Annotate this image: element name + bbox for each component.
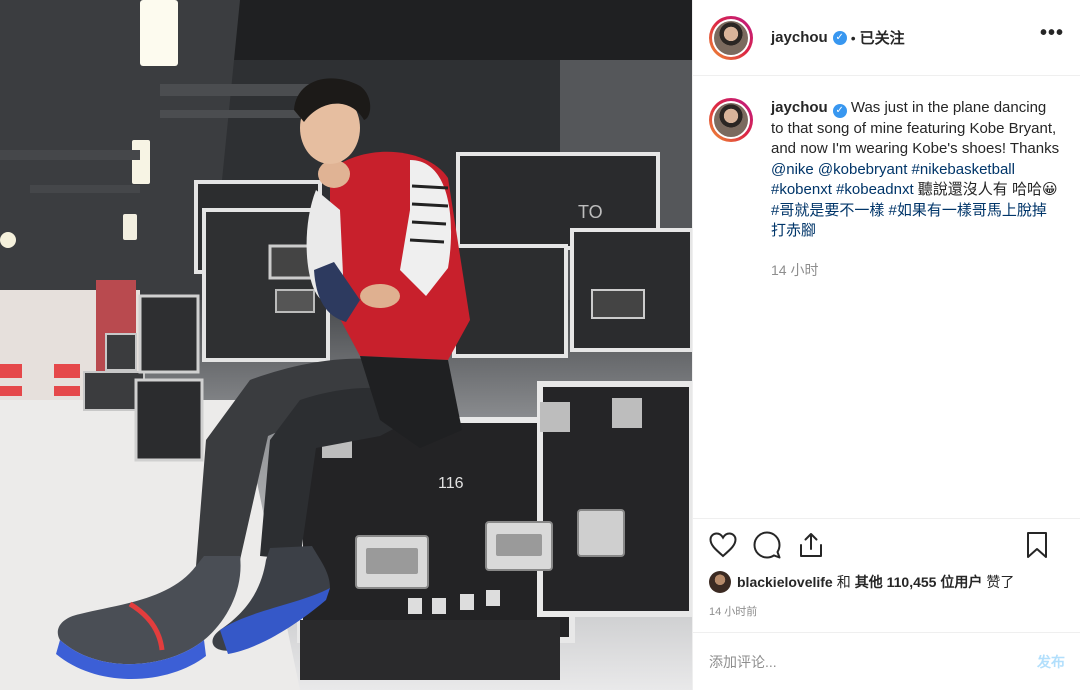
action-bar: blackielovelife 和 其他 110,455 位用户 赞了 14 小… [693, 518, 1080, 619]
likes-connector: 和 [836, 574, 851, 590]
mention-kobebryant[interactable]: @kobebryant [818, 161, 907, 178]
author-username[interactable]: jaychou [771, 29, 828, 46]
post-header: jaychou ✓ • 已关注 ••• [693, 0, 1080, 76]
more-icon[interactable]: ••• [1040, 22, 1064, 53]
likes-suffix: 赞了 [986, 574, 1015, 590]
hashtag-kobeadnxt[interactable]: #kobeadnxt [836, 181, 914, 198]
post-sidebar: jaychou ✓ • 已关注 ••• jaychou ✓ Was just in… [692, 0, 1080, 690]
comment-box: 发布 [693, 632, 1080, 690]
photo-illustration: TO 116 [0, 0, 692, 690]
caption-avatar[interactable] [709, 98, 753, 142]
liker-avatar[interactable] [709, 571, 731, 593]
caption: jaychou ✓ Was just in the plane dancing t… [693, 76, 1080, 518]
likes-summary: blackielovelife 和 其他 110,455 位用户 赞了 [709, 571, 1065, 593]
post-timestamp[interactable]: 14 小时前 [709, 603, 1065, 619]
author-avatar[interactable] [709, 15, 753, 60]
caption-username[interactable]: jaychou [771, 99, 828, 116]
following-button[interactable]: 已关注 [860, 27, 905, 48]
caption-text-chinese: 聽說還沒人有 哈哈😀 [913, 181, 1058, 198]
separator-dot: • [850, 29, 856, 46]
heart-icon[interactable] [709, 531, 737, 563]
caption-timestamp[interactable]: 14 小时 [771, 260, 1061, 281]
comment-icon[interactable] [753, 531, 781, 564]
liker-username[interactable]: blackielovelife [737, 574, 833, 590]
post-comment-button[interactable]: 发布 [1037, 652, 1065, 672]
case-number: 116 [438, 475, 464, 492]
likes-count[interactable]: 其他 110,455 位用户 [855, 572, 983, 592]
verified-icon: ✓ [832, 104, 847, 118]
hashtag-ge-different[interactable]: #哥就是要不一樣 [771, 202, 884, 219]
post-photo[interactable]: TO 116 [0, 0, 692, 690]
verified-icon: ✓ [832, 30, 847, 45]
mention-nike[interactable]: @nike [771, 161, 814, 178]
caption-body: jaychou ✓ Was just in the plane dancing t… [771, 98, 1061, 518]
hashtag-nikebasketball[interactable]: #nikebasketball [912, 161, 1015, 178]
comment-input[interactable] [709, 653, 1037, 670]
case-logo: TO [578, 202, 603, 222]
share-icon[interactable] [797, 531, 825, 564]
bookmark-icon[interactable] [1025, 531, 1049, 564]
hashtag-kobenxt[interactable]: #kobenxt [771, 181, 832, 198]
